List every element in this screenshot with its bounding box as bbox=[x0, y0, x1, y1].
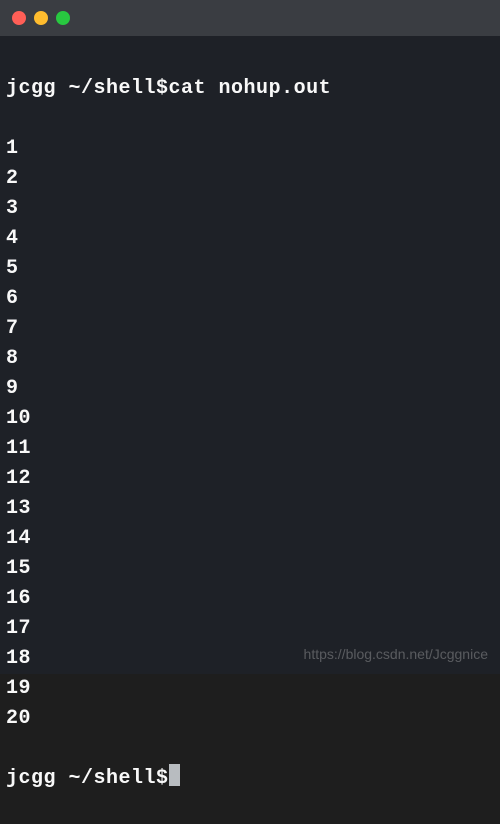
cursor-icon bbox=[169, 764, 180, 786]
prompt-user: jcgg bbox=[6, 74, 56, 104]
output-line: 2 bbox=[6, 164, 494, 194]
output-line: 3 bbox=[6, 194, 494, 224]
prompt-symbol: $ bbox=[156, 764, 169, 794]
close-icon[interactable] bbox=[12, 11, 26, 25]
maximize-icon[interactable] bbox=[56, 11, 70, 25]
prompt-symbol: $ bbox=[156, 74, 169, 104]
minimize-icon[interactable] bbox=[34, 11, 48, 25]
output-line: 12 bbox=[6, 464, 494, 494]
output-line: 13 bbox=[6, 494, 494, 524]
output-line: 11 bbox=[6, 434, 494, 464]
prompt-line-2: jcgg ~/shell$ bbox=[6, 764, 494, 794]
prompt-path: ~/shell bbox=[56, 74, 156, 104]
output-line: 19 bbox=[6, 674, 494, 704]
output-line: 5 bbox=[6, 254, 494, 284]
prompt-line-1: jcgg ~/shell$cat nohup.out bbox=[6, 74, 494, 104]
output-line: 9 bbox=[6, 374, 494, 404]
output-line: 1 bbox=[6, 134, 494, 164]
command-text: cat nohup.out bbox=[169, 74, 332, 104]
output-container: 1234567891011121314151617181920 bbox=[6, 134, 494, 734]
output-line: 4 bbox=[6, 224, 494, 254]
output-line: 17 bbox=[6, 614, 494, 644]
watermark-text: https://blog.csdn.net/Jcggnice bbox=[304, 646, 488, 662]
prompt-path: ~/shell bbox=[56, 764, 156, 794]
window-title-bar bbox=[0, 0, 500, 36]
output-line: 14 bbox=[6, 524, 494, 554]
output-line: 7 bbox=[6, 314, 494, 344]
output-line: 6 bbox=[6, 284, 494, 314]
output-line: 15 bbox=[6, 554, 494, 584]
output-line: 10 bbox=[6, 404, 494, 434]
output-line: 20 bbox=[6, 704, 494, 734]
prompt-user: jcgg bbox=[6, 764, 56, 794]
terminal[interactable]: jcgg ~/shell$cat nohup.out 1234567891011… bbox=[0, 36, 500, 674]
output-line: 16 bbox=[6, 584, 494, 614]
output-line: 8 bbox=[6, 344, 494, 374]
